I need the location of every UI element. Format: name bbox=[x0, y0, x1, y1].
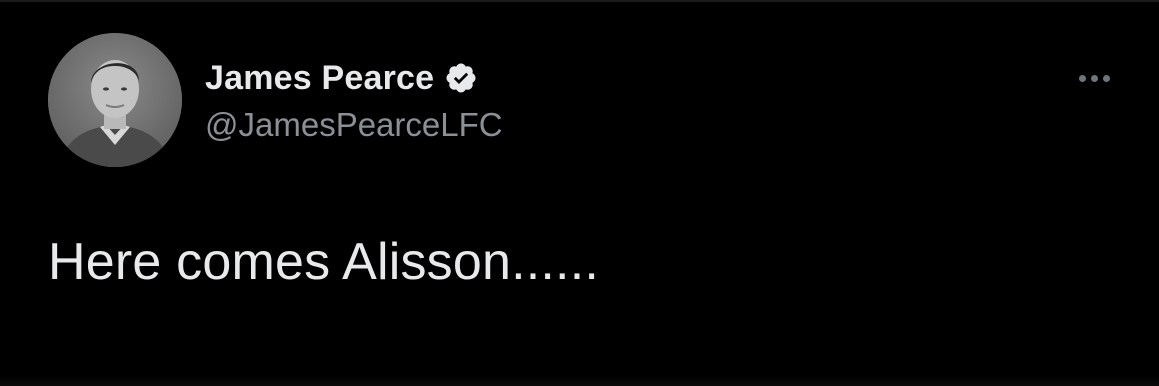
more-options-button[interactable] bbox=[1068, 60, 1120, 96]
profile-photo-icon bbox=[48, 33, 182, 167]
author-handle[interactable]: @JamesPearceLFC bbox=[205, 106, 503, 144]
tweet-text: Here comes Alisson...... bbox=[48, 233, 600, 291]
tweet[interactable]: James Pearce @JamesPearceLFC Here comes … bbox=[0, 0, 1159, 386]
author-display-name[interactable]: James Pearce bbox=[205, 59, 434, 98]
avatar[interactable] bbox=[48, 33, 182, 167]
ellipsis-icon bbox=[1102, 74, 1110, 82]
ellipsis-icon bbox=[1090, 74, 1098, 82]
bottom-edge bbox=[0, 376, 1159, 386]
ellipsis-icon bbox=[1078, 74, 1086, 82]
verified-badge-icon bbox=[446, 63, 476, 93]
author-name-row[interactable]: James Pearce bbox=[205, 56, 478, 100]
